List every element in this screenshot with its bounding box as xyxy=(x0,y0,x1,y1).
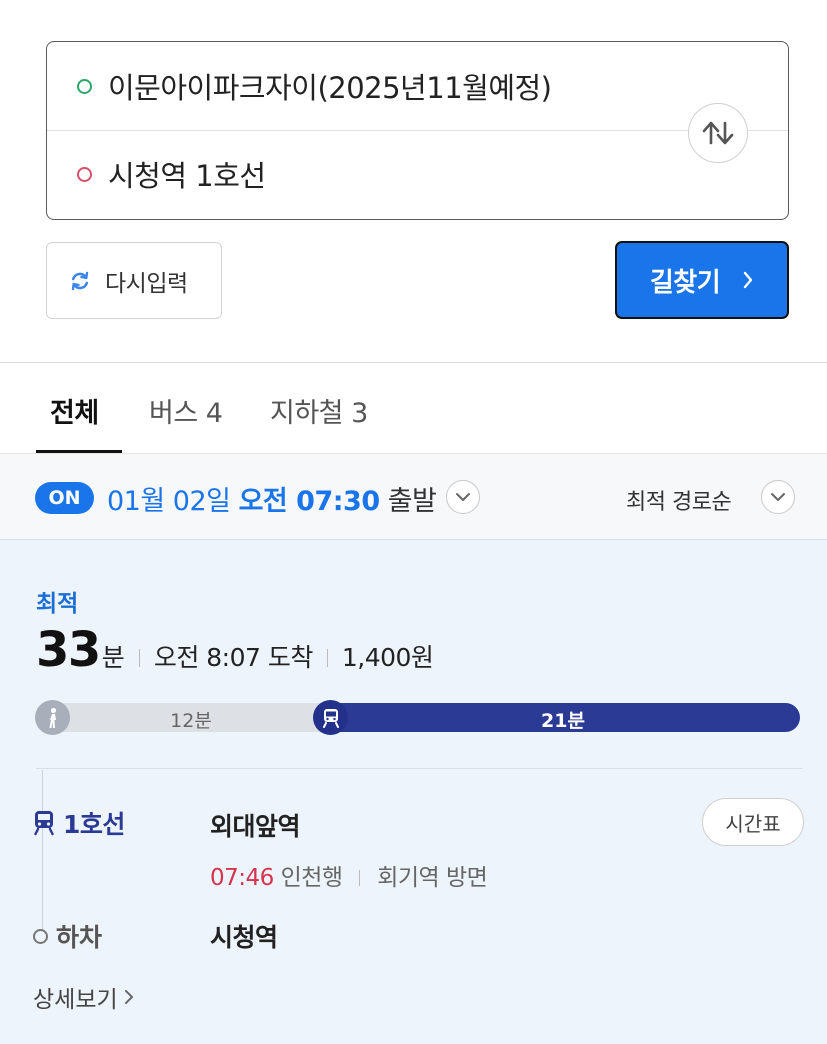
boarding-station: 외대앞역 xyxy=(210,812,301,841)
walk-icon xyxy=(35,700,70,735)
swap-icon xyxy=(702,121,734,145)
chevron-down-icon xyxy=(456,493,470,501)
refresh-icon xyxy=(71,271,89,290)
route-input-box: 이문아이파크자이(2025년11월예정) 시청역 1호선 xyxy=(46,41,789,220)
alight-label: 하차 xyxy=(56,923,103,952)
destination-text: 시청역 1호선 xyxy=(108,159,266,193)
fare: 1,400원 xyxy=(341,643,434,672)
subway-icon xyxy=(313,700,348,735)
find-route-button[interactable]: 길찾기 xyxy=(615,241,789,319)
destination-field[interactable]: 시청역 1호선 xyxy=(47,130,788,218)
chevron-right-icon xyxy=(124,990,133,1004)
origin-text: 이문아이파크자이(2025년11월예정) xyxy=(108,71,552,105)
timetable-button[interactable]: 시간표 xyxy=(702,798,804,846)
train-info: 07:46 인천행 회기역 방면 xyxy=(210,858,488,892)
tab-subway[interactable]: 지하철 3 xyxy=(270,391,368,430)
find-route-label: 길찾기 xyxy=(649,267,721,298)
alight-dot-icon xyxy=(33,928,48,944)
reset-button[interactable]: 다시입력 xyxy=(46,242,222,319)
best-route-tag: 최적 xyxy=(36,591,79,617)
detail-label: 상세보기 xyxy=(33,987,118,1013)
detail-link[interactable]: 상세보기 xyxy=(33,980,134,1014)
duration-unit: 분 xyxy=(101,643,125,672)
departure-time-text[interactable]: 01월 02일 오전 07:30 출발 xyxy=(107,479,437,518)
card-divider xyxy=(36,768,803,769)
departure-suffix: 출발 xyxy=(387,486,437,517)
tab-all[interactable]: 전체 xyxy=(50,391,99,430)
sort-dropdown-button[interactable] xyxy=(761,480,795,514)
departure-date: 01월 02일 xyxy=(107,486,231,517)
reset-label: 다시입력 xyxy=(105,270,188,297)
transport-tabs: 전체 버스 4 지하철 3 xyxy=(0,363,827,453)
departure-bar: ON 01월 02일 오전 07:30 출발 최적 경로순 xyxy=(0,453,827,540)
sort-order-label[interactable]: 최적 경로순 xyxy=(626,484,732,516)
chevron-down-icon xyxy=(771,493,785,501)
walk-segment-label: 12분 xyxy=(170,710,212,732)
origin-dot-icon xyxy=(77,78,92,94)
departure-dropdown-button[interactable] xyxy=(446,480,480,514)
train-direction: 인천행 xyxy=(280,865,343,891)
alight-step: 하차 xyxy=(33,918,102,954)
boarding-line: 1호선 xyxy=(33,805,125,841)
train-arrival-time: 07:46 xyxy=(210,865,274,891)
chevron-right-icon xyxy=(743,271,753,289)
origin-field[interactable]: 이문아이파크자이(2025년11월예정) xyxy=(47,42,788,130)
duration-number: 33 xyxy=(36,622,101,678)
subway-line-name: 1호선 xyxy=(63,810,125,839)
subway-segment-label: 21분 xyxy=(541,710,585,732)
on-toggle-badge[interactable]: ON xyxy=(35,482,94,514)
route-summary: 33 분 오전 8:07 도착 1,400원 xyxy=(36,622,434,678)
tab-bus[interactable]: 버스 4 xyxy=(149,391,223,430)
route-step-connector xyxy=(42,770,43,936)
destination-dot-icon xyxy=(77,166,92,182)
route-result-card[interactable]: 최적 33 분 오전 8:07 도착 1,400원 12분 21분 1호선 외대… xyxy=(0,540,827,1044)
alight-station: 시청역 xyxy=(210,923,278,952)
swap-button[interactable] xyxy=(688,103,748,163)
route-timeline: 12분 21분 xyxy=(35,700,800,735)
subway-icon xyxy=(34,811,54,836)
train-heading: 회기역 방면 xyxy=(377,865,488,891)
info-separator xyxy=(359,870,361,886)
summary-separator xyxy=(138,649,140,667)
departure-time: 오전 07:30 xyxy=(238,486,381,517)
summary-separator xyxy=(326,649,328,667)
arrival-time: 오전 8:07 도착 xyxy=(153,643,314,672)
